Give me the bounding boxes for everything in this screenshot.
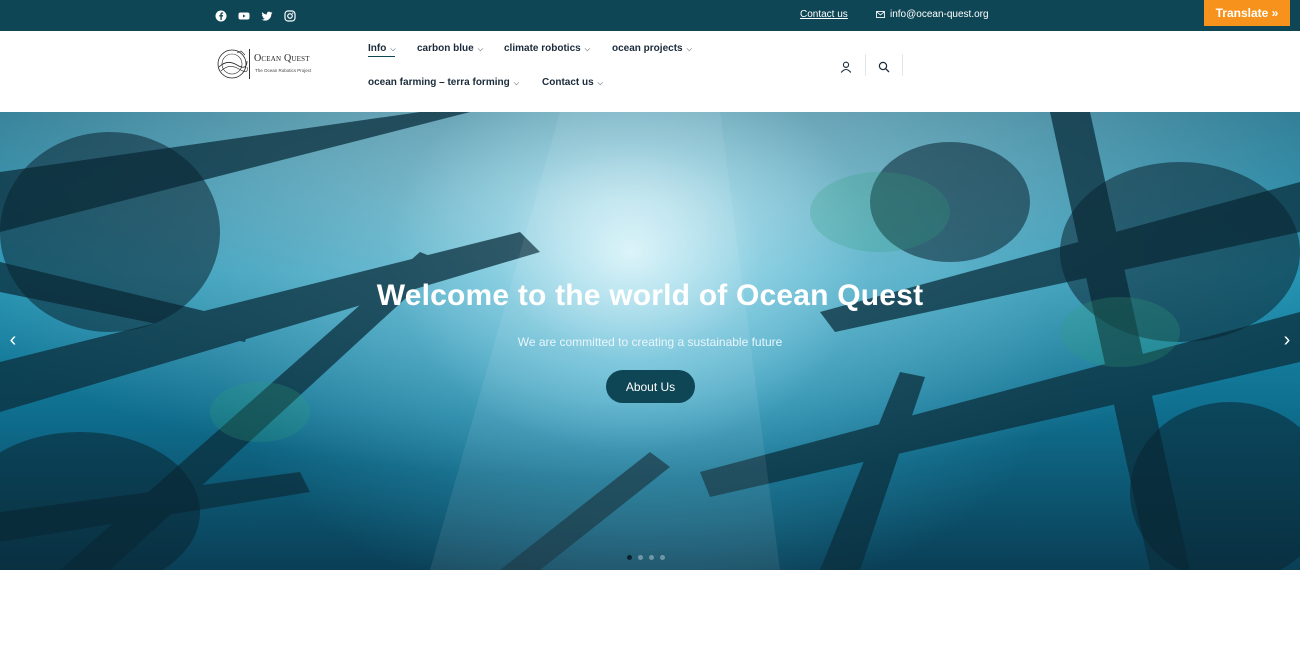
about-us-button[interactable]: About Us [606,370,695,403]
hero-title: Welcome to the world of Ocean Quest [376,279,924,312]
nav-item-label: climate robotics [504,43,581,54]
nav-item-label: ocean projects [612,43,683,54]
facebook-icon[interactable] [214,9,228,23]
search-icon[interactable] [877,60,891,74]
top-email-link[interactable]: info@ocean-quest.org [890,9,989,20]
logo-title: Ocean Quest [254,53,310,64]
nav-item-contact-us[interactable]: Contact us ⌵ [542,77,603,88]
translate-button[interactable]: Translate » [1204,0,1290,26]
top-contact-link[interactable]: Contact us [800,9,848,20]
header-separator [865,54,866,76]
user-icon[interactable] [839,60,853,74]
twitter-icon[interactable] [260,9,274,23]
nav-item-info[interactable]: Info ⌵ [368,43,396,54]
top-bar: Contact us info@ocean-quest.org Translat… [0,0,1300,31]
instagram-icon[interactable] [283,9,297,23]
header-separator [902,54,903,76]
youtube-icon[interactable] [237,9,251,23]
nav-active-indicator [368,56,395,57]
logo-divider [249,49,250,79]
chevron-down-icon: ⌵ [686,45,692,53]
chevron-down-icon: ⌵ [513,79,520,87]
page: Contact us info@ocean-quest.org Translat… [0,0,1300,653]
envelope-icon [876,11,885,18]
hero-subtitle: We are committed to creating a sustainab… [517,335,783,349]
nav-item-label: ocean farming – terra forming [368,77,510,88]
nav-item-label: Contact us [542,77,594,88]
logo-mark-icon [217,49,248,79]
site-header: Ocean Quest The Ocean Robotics Project I… [0,31,1300,112]
slider-dot[interactable] [660,555,665,560]
slider-dot[interactable] [638,555,643,560]
nav-item-label: Info [368,43,387,54]
chevron-down-icon: ⌵ [390,45,396,53]
chevron-down-icon: ⌵ [477,45,483,53]
hero-slider: ‹ › Welcome to the world of Ocean Quest … [0,112,1300,570]
chevron-down-icon: ⌵ [597,79,603,87]
nav-item-label: carbon blue [417,43,474,54]
logo[interactable]: Ocean Quest The Ocean Robotics Project [215,47,325,83]
slider-dot[interactable] [649,555,654,560]
slider-dot[interactable] [627,555,632,560]
nav-item-ocean-projects[interactable]: ocean projects ⌵ [612,43,692,54]
nav-item-ocean-farming[interactable]: ocean farming – terra forming ⌵ [368,77,519,88]
chevron-down-icon: ⌵ [584,45,591,53]
nav-item-climate-robotics[interactable]: climate robotics ⌵ [504,43,590,54]
nav-item-carbon-blue[interactable]: carbon blue ⌵ [417,43,483,54]
slider-dots [627,555,665,560]
logo-subtitle: The Ocean Robotics Project [255,68,312,73]
